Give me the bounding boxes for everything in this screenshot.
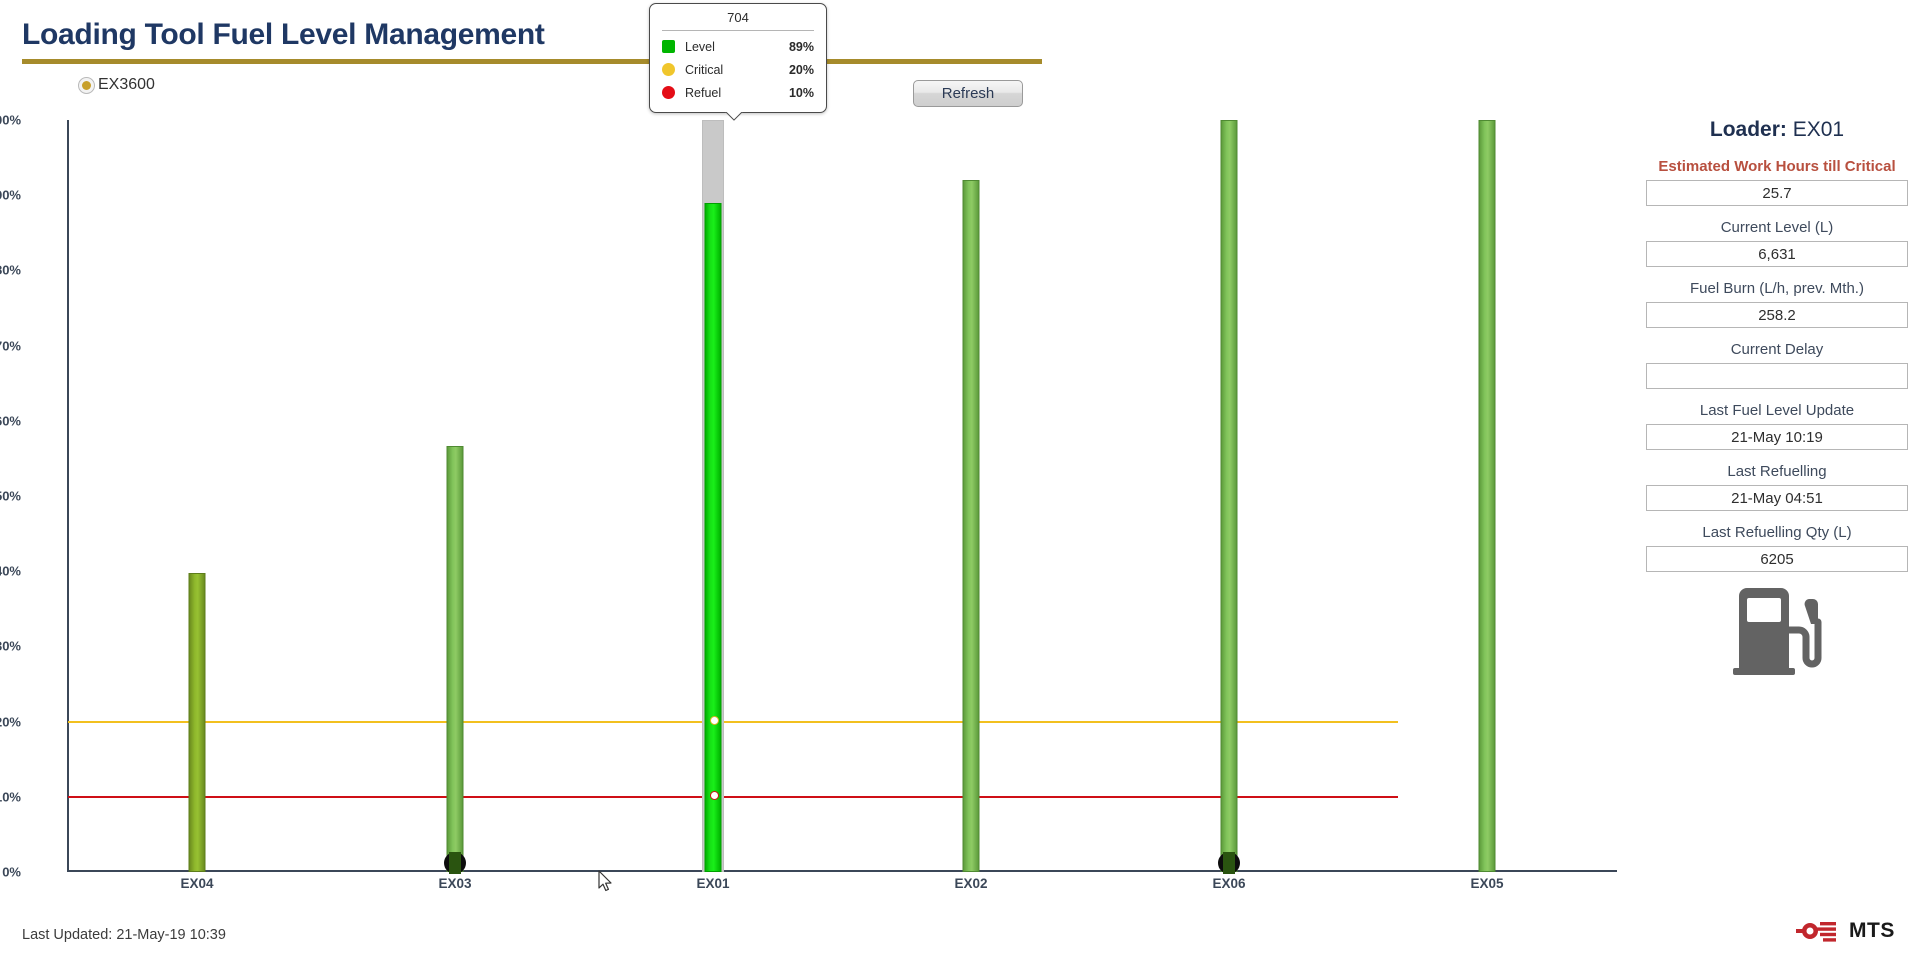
tooltip-row-value: 20% (788, 62, 814, 77)
field-block: Current Delay (1646, 341, 1908, 389)
field-block: Last Refuelling (1646, 463, 1908, 511)
x-axis-label-ex03: EX03 (438, 876, 472, 891)
y-axis-line (67, 120, 69, 872)
tooltip-row: Level 89% (662, 35, 814, 58)
field-value-input[interactable] (1646, 546, 1908, 572)
bar-fill[interactable] (1220, 120, 1238, 872)
threshold-line-critical (68, 720, 1398, 723)
tooltip-row-value: 89% (788, 39, 814, 54)
mts-mark-icon (1796, 922, 1836, 942)
y-axis-tick-label: 70% (0, 338, 21, 354)
field-label: Estimated Work Hours till Critical (1658, 158, 1896, 175)
fuel-pump-icon (1733, 588, 1822, 675)
tooltip-row-value: 10% (788, 85, 814, 100)
radio-label-ex3600: EX3600 (98, 76, 155, 93)
x-axis-label-ex06: EX06 (1212, 876, 1246, 891)
field-label: Last Refuelling Qty (L) (1702, 524, 1852, 541)
mts-logo: MTS (1796, 919, 1895, 943)
field-block: Current Level (L) (1646, 219, 1908, 267)
radio-selected-dot-icon (82, 80, 91, 90)
x-axis-line (67, 870, 1617, 872)
level-swatch-icon (662, 40, 675, 53)
threshold-point-critical (709, 716, 719, 726)
loader-heading-value: EX01 (1792, 118, 1845, 141)
bar-fill[interactable] (704, 202, 722, 872)
bar-fill[interactable] (188, 573, 206, 872)
tooltip-row: Refuel 10% (662, 81, 814, 104)
mouse-cursor-icon (598, 870, 612, 892)
threshold-line-refuel (68, 795, 1398, 798)
bar-fill[interactable] (1478, 120, 1496, 872)
loader-field-list: Estimated Work Hours till Critical Curren… (1646, 158, 1908, 572)
field-block: Last Refuelling Qty (L) (1646, 524, 1908, 572)
y-axis-tick-label: 100% (0, 112, 21, 128)
y-axis-tick-label: 10% (0, 789, 21, 805)
field-label: Current Level (L) (1720, 219, 1834, 236)
loader-heading: Loader: EX01 (1646, 118, 1908, 142)
bar-ex02[interactable] (956, 120, 986, 872)
x-axis-label-ex01: EX01 (696, 876, 730, 891)
tooltip-rows: Level 89% Critical 20% Refuel 10% (662, 35, 814, 104)
field-label: Last Refuelling (1727, 463, 1827, 480)
y-axis-tick-label: 80% (0, 262, 21, 278)
bar-fill[interactable] (446, 446, 464, 872)
refuelling-event-marker-icon (1218, 852, 1240, 874)
tooltip-arrow-icon (723, 112, 745, 123)
y-axis-tick-label: 60% (0, 413, 21, 429)
machine-type-radio-group[interactable]: EX3600 (78, 76, 155, 94)
chart-tooltip: 704 Level 89% Critical 20% Refuel 10% (649, 3, 827, 113)
field-value-input[interactable] (1646, 302, 1908, 328)
field-value-input[interactable] (1646, 424, 1908, 450)
last-updated-text: Last Updated: 21-May-19 10:39 (22, 927, 226, 943)
loader-heading-label: Loader: (1709, 118, 1787, 141)
tooltip-row-name: Refuel (685, 85, 722, 100)
bar-ex06[interactable] (1214, 120, 1244, 874)
threshold-point-refuel (709, 791, 719, 801)
field-value-input[interactable] (1646, 180, 1908, 206)
bar-fill[interactable] (962, 180, 980, 872)
x-axis-label-ex05: EX05 (1470, 876, 1504, 891)
y-axis-tick-label: 20% (0, 714, 21, 730)
refuel-swatch-icon (662, 86, 675, 99)
bar-ex01[interactable] (698, 120, 728, 872)
tooltip-header: 704 (662, 10, 814, 31)
tooltip-row-name: Level (685, 39, 715, 54)
field-value-input[interactable] (1646, 363, 1908, 389)
field-label: Current Delay (1730, 341, 1824, 358)
field-label: Last Fuel Level Update (1699, 402, 1855, 419)
tooltip-row: Critical 20% (662, 58, 814, 81)
y-axis-tick-label: 40% (0, 563, 21, 579)
field-block: Last Fuel Level Update (1646, 402, 1908, 450)
refuelling-event-marker-icon (444, 852, 466, 874)
bar-ex04[interactable] (182, 120, 212, 872)
y-axis-tick-label: 90% (0, 187, 21, 203)
field-value-input[interactable] (1646, 241, 1908, 267)
x-axis-label-ex02: EX02 (954, 876, 988, 891)
tooltip-row-name: Critical (685, 62, 724, 77)
fuel-level-bar-chart: 0% 10% 20% 30% 40% 50% 60% 70% 80% 90% 100% EX04 EX… (0, 100, 1640, 910)
mts-wordmark: MTS (1849, 919, 1895, 942)
radio-ex3600[interactable] (78, 76, 95, 94)
loader-detail-panel: Loader: EX01 Estimated Work Hours till C… (1646, 118, 1908, 676)
y-axis-tick-label: 50% (0, 488, 21, 504)
bar-ex05[interactable] (1472, 120, 1502, 872)
title-underline-rule (22, 59, 1042, 64)
bar-ex03[interactable] (440, 120, 470, 874)
field-block: Fuel Burn (L/h, prev. Mth.) (1646, 280, 1908, 328)
field-label: Fuel Burn (L/h, prev. Mth.) (1690, 280, 1864, 297)
critical-swatch-icon (662, 63, 675, 76)
y-axis-tick-label: 30% (0, 638, 21, 654)
y-axis-tick-label: 0% (2, 864, 21, 880)
page-title: Loading Tool Fuel Level Management (22, 18, 545, 51)
field-value-input[interactable] (1646, 485, 1908, 511)
x-axis-label-ex04: EX04 (180, 876, 214, 891)
field-block: Estimated Work Hours till Critical (1646, 158, 1908, 206)
